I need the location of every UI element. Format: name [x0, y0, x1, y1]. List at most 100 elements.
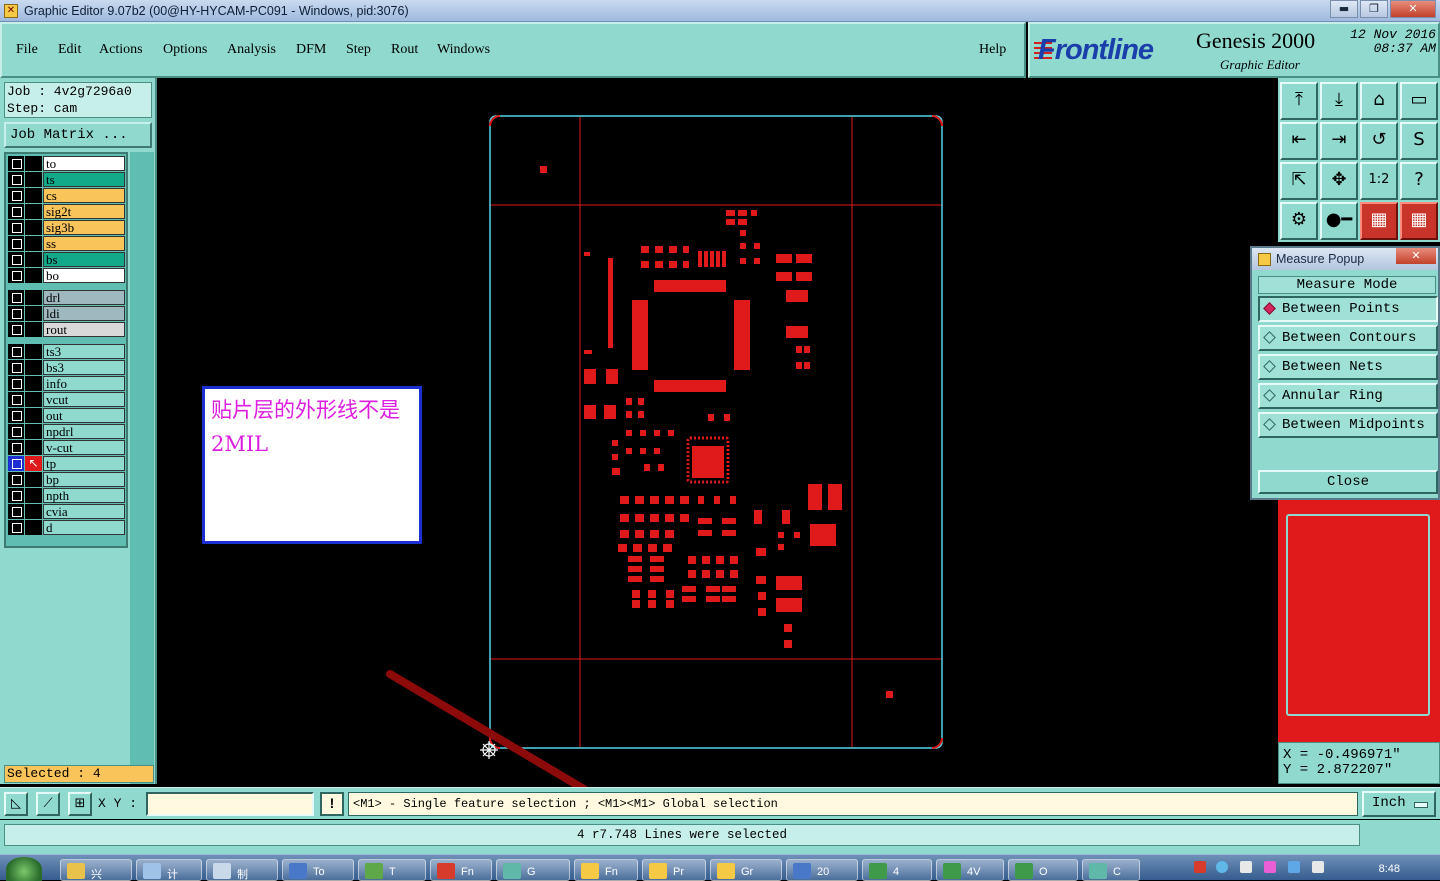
layer-checkbox[interactable]: [8, 504, 24, 519]
taskbar-item[interactable]: 兴: [60, 859, 132, 881]
menu-windows[interactable]: Windows: [437, 42, 490, 58]
layer-row-npdrl[interactable]: npdrl: [8, 424, 126, 439]
layer-indicator[interactable]: [25, 252, 42, 267]
layer-checkbox[interactable]: [8, 306, 24, 321]
pan-left-icon[interactable]: ⇤: [1280, 122, 1318, 160]
layer-checkbox[interactable]: [8, 456, 24, 471]
taskbar-item[interactable]: Fn: [574, 859, 638, 881]
layer-indicator[interactable]: [25, 306, 42, 321]
layer-name[interactable]: ts: [43, 172, 125, 187]
layer-name[interactable]: bs: [43, 252, 125, 267]
layer-name[interactable]: rout: [43, 322, 125, 337]
layer-name[interactable]: ss: [43, 236, 125, 251]
layer-checkbox[interactable]: [8, 488, 24, 503]
close-button[interactable]: ✕: [1390, 0, 1436, 18]
layer-checkbox[interactable]: [8, 472, 24, 487]
layer-row-cs[interactable]: cs: [8, 188, 126, 203]
help-icon[interactable]: [1216, 861, 1228, 873]
taskbar-item[interactable]: T: [358, 859, 426, 881]
alert-icon[interactable]: !: [320, 792, 344, 816]
layer-row-drl[interactable]: drl: [8, 290, 126, 305]
taskbar-item[interactable]: To: [282, 859, 354, 881]
layer-row-bs3[interactable]: bs3: [8, 360, 126, 375]
tray-app-icon[interactable]: [1194, 861, 1206, 873]
menu-options[interactable]: Options: [163, 42, 207, 58]
layer-name[interactable]: npth: [43, 488, 125, 503]
taskbar-item[interactable]: Gr: [710, 859, 782, 881]
layer-name[interactable]: ts3: [43, 344, 125, 359]
layer-checkbox[interactable]: [8, 204, 24, 219]
layer-indicator[interactable]: [25, 504, 42, 519]
layer-row-bp[interactable]: bp: [8, 472, 126, 487]
layer-row-ts3[interactable]: ts3: [8, 344, 126, 359]
snap-grid-icon[interactable]: ⊞: [68, 792, 92, 816]
layer-checkbox[interactable]: [8, 520, 24, 535]
layer-checkbox[interactable]: [8, 268, 24, 283]
layer-row-to[interactable]: to: [8, 156, 126, 171]
taskbar-clock[interactable]: 8:48: [1379, 863, 1400, 875]
measure-option-between-contours[interactable]: Between Contours: [1258, 325, 1438, 351]
center-icon[interactable]: ✥: [1320, 162, 1358, 200]
tray-arrow-icon[interactable]: [1240, 861, 1252, 873]
layer-name[interactable]: out: [43, 408, 125, 423]
radio-diamond-icon[interactable]: [1263, 360, 1276, 373]
popup-close-icon[interactable]: ✕: [1396, 248, 1436, 264]
layer-name[interactable]: bp: [43, 472, 125, 487]
layer-row-bo[interactable]: bo: [8, 268, 126, 283]
layer-indicator[interactable]: [25, 344, 42, 359]
layer-checkbox[interactable]: [8, 220, 24, 235]
layer-indicator[interactable]: [25, 376, 42, 391]
job-matrix-button[interactable]: Job Matrix ...: [4, 122, 152, 148]
layer-name[interactable]: drl: [43, 290, 125, 305]
layer-checkbox[interactable]: [8, 344, 24, 359]
measure-option-between-points[interactable]: Between Points: [1258, 296, 1438, 322]
layer-red-alt-icon[interactable]: ▦: [1400, 202, 1438, 240]
layer-indicator[interactable]: [25, 188, 42, 203]
layer-row-d[interactable]: d: [8, 520, 126, 535]
layer-indicator[interactable]: [25, 360, 42, 375]
menu-actions[interactable]: Actions: [99, 42, 143, 58]
zoom-home-icon[interactable]: ⤒: [1280, 82, 1318, 120]
layer-row-ldi[interactable]: ldi: [8, 306, 126, 321]
snap-icon[interactable]: S: [1400, 122, 1438, 160]
layer-name[interactable]: sig2t: [43, 204, 125, 219]
layer-checkbox[interactable]: [8, 360, 24, 375]
layer-name[interactable]: ldi: [43, 306, 125, 321]
edit-mode-icon[interactable]: ⟋: [36, 792, 60, 816]
layer-indicator[interactable]: [25, 156, 42, 171]
layer-row-info[interactable]: info: [8, 376, 126, 391]
pan-right-icon[interactable]: ⇥: [1320, 122, 1358, 160]
layer-row-v-cut[interactable]: v-cut: [8, 440, 126, 455]
layer-checkbox[interactable]: [8, 322, 24, 337]
layer-checkbox[interactable]: [8, 440, 24, 455]
layer-indicator[interactable]: [25, 472, 42, 487]
layer-indicator[interactable]: [25, 220, 42, 235]
active-layer-icon[interactable]: ↖: [25, 456, 42, 471]
layer-row-ts[interactable]: ts: [8, 172, 126, 187]
menu-file[interactable]: File: [16, 42, 38, 58]
minimize-button[interactable]: ▬: [1330, 0, 1358, 18]
radio-diamond-icon[interactable]: [1263, 389, 1276, 402]
layer-name[interactable]: cs: [43, 188, 125, 203]
radio-diamond-icon[interactable]: [1263, 418, 1276, 431]
network-icon[interactable]: [1288, 861, 1300, 873]
menu-step[interactable]: Step: [346, 42, 371, 58]
layer-row-npth[interactable]: npth: [8, 488, 126, 503]
menu-help[interactable]: Help: [979, 42, 1006, 58]
rotate-icon[interactable]: ↺: [1360, 122, 1398, 160]
home-view-icon[interactable]: ⌂: [1360, 82, 1398, 120]
tray-security-icon[interactable]: [1264, 861, 1276, 873]
restore-button[interactable]: ❐: [1360, 0, 1388, 18]
taskbar-item[interactable]: 制: [206, 859, 278, 881]
measure-option-annular-ring[interactable]: Annular Ring: [1258, 383, 1438, 409]
layer-checkbox[interactable]: [8, 424, 24, 439]
layer-row-tp[interactable]: ↖ tp: [8, 456, 126, 471]
layer-name[interactable]: info: [43, 376, 125, 391]
layer-indicator[interactable]: [25, 424, 42, 439]
layer-indicator[interactable]: [25, 268, 42, 283]
layer-checkbox[interactable]: [8, 252, 24, 267]
layer-name[interactable]: tp: [43, 456, 125, 471]
layer-indicator[interactable]: [25, 172, 42, 187]
layer-name[interactable]: npdrl: [43, 424, 125, 439]
taskbar-item[interactable]: 20: [786, 859, 858, 881]
